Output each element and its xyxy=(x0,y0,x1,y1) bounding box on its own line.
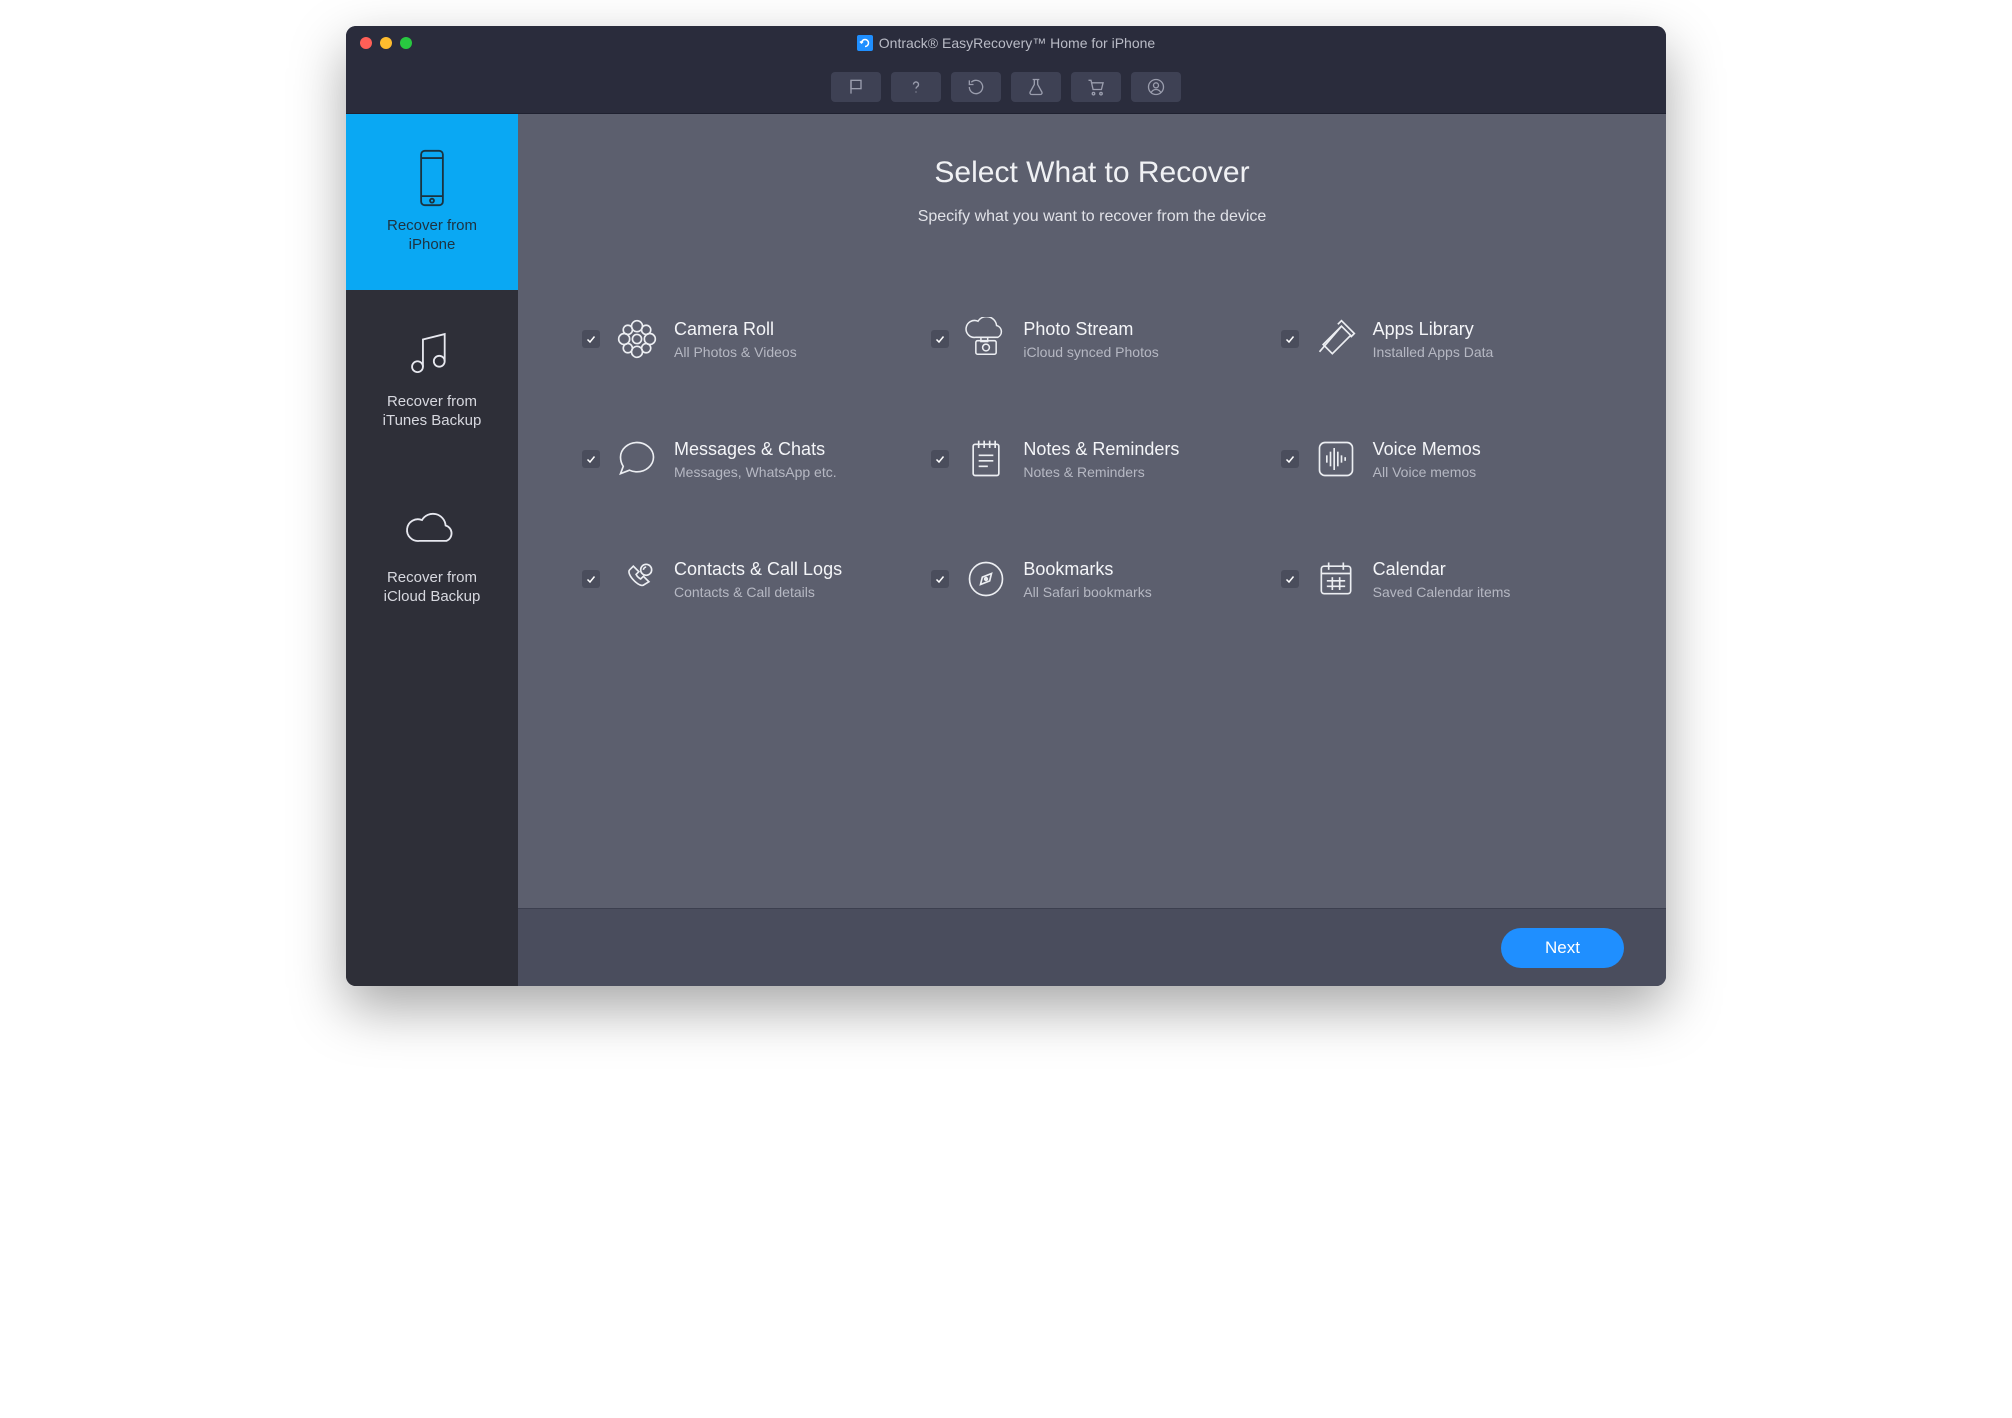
option-title: Messages & Chats xyxy=(674,439,837,460)
main-panel: Select What to Recover Specify what you … xyxy=(518,114,1666,986)
toolbar-cart-button[interactable] xyxy=(1071,72,1121,102)
option-apps-library[interactable]: Apps Library Installed Apps Data xyxy=(1281,316,1602,362)
app-body: Recover from iPhone Recover from iTunes … xyxy=(346,114,1666,986)
next-button[interactable]: Next xyxy=(1501,928,1624,968)
toolbar-help-button[interactable] xyxy=(891,72,941,102)
sidebar: Recover from iPhone Recover from iTunes … xyxy=(346,114,518,986)
option-calendar[interactable]: Calendar Saved Calendar items xyxy=(1281,556,1602,602)
checkbox-messages-chats[interactable] xyxy=(582,450,600,468)
window-maximize-button[interactable] xyxy=(400,37,412,49)
option-camera-roll[interactable]: Camera Roll All Photos & Videos xyxy=(582,316,903,362)
calendar-icon xyxy=(1313,556,1359,602)
refresh-icon xyxy=(966,77,986,97)
toolbar-user-button[interactable] xyxy=(1131,72,1181,102)
page-title: Select What to Recover xyxy=(582,156,1602,190)
music-notes-icon xyxy=(403,325,461,383)
window-minimize-button[interactable] xyxy=(380,37,392,49)
apps-icon xyxy=(1313,316,1359,362)
option-subtitle: All Voice memos xyxy=(1373,464,1481,480)
option-subtitle: Saved Calendar items xyxy=(1373,584,1511,600)
option-photo-stream[interactable]: Photo Stream iCloud synced Photos xyxy=(931,316,1252,362)
window-close-button[interactable] xyxy=(360,37,372,49)
option-subtitle: All Photos & Videos xyxy=(674,344,797,360)
toolbar-flag-button[interactable] xyxy=(831,72,881,102)
option-title: Voice Memos xyxy=(1373,439,1481,460)
checkbox-apps-library[interactable] xyxy=(1281,330,1299,348)
option-title: Bookmarks xyxy=(1023,559,1151,580)
cloud-camera-icon xyxy=(963,316,1009,362)
option-bookmarks[interactable]: Bookmarks All Safari bookmarks xyxy=(931,556,1252,602)
toolbar-labs-button[interactable] xyxy=(1011,72,1061,102)
option-title: Contacts & Call Logs xyxy=(674,559,842,580)
option-messages-chats[interactable]: Messages & Chats Messages, WhatsApp etc. xyxy=(582,436,903,482)
checkbox-voice-memos[interactable] xyxy=(1281,450,1299,468)
checkbox-camera-roll[interactable] xyxy=(582,330,600,348)
checkbox-bookmarks[interactable] xyxy=(931,570,949,588)
option-notes-reminders[interactable]: Notes & Reminders Notes & Reminders xyxy=(931,436,1252,482)
sidebar-item-recover-from-icloud-backup[interactable]: Recover from iCloud Backup xyxy=(346,466,518,642)
help-icon xyxy=(906,77,926,97)
checkbox-contacts-calllogs[interactable] xyxy=(582,570,600,588)
flag-icon xyxy=(846,77,866,97)
app-logo-icon xyxy=(857,35,873,51)
sidebar-item-label: Recover from iPhone xyxy=(387,217,477,255)
sidebar-item-recover-from-itunes-backup[interactable]: Recover from iTunes Backup xyxy=(346,290,518,466)
labs-icon xyxy=(1026,77,1046,97)
notes-icon xyxy=(963,436,1009,482)
footer: Next xyxy=(518,908,1666,986)
option-subtitle: iCloud synced Photos xyxy=(1023,344,1158,360)
checkbox-notes-reminders[interactable] xyxy=(931,450,949,468)
checkbox-calendar[interactable] xyxy=(1281,570,1299,588)
toolbar xyxy=(346,60,1666,114)
voice-icon xyxy=(1313,436,1359,482)
sidebar-item-label: Recover from iCloud Backup xyxy=(384,569,481,607)
titlebar: Ontrack® EasyRecovery™ Home for iPhone xyxy=(346,26,1666,60)
window-controls xyxy=(360,37,412,49)
page-subtitle: Specify what you want to recover from th… xyxy=(582,208,1602,226)
option-subtitle: Contacts & Call details xyxy=(674,584,842,600)
option-subtitle: Installed Apps Data xyxy=(1373,344,1494,360)
flower-icon xyxy=(614,316,660,362)
option-title: Camera Roll xyxy=(674,319,797,340)
iphone-icon xyxy=(403,149,461,207)
window-title-text: Ontrack® EasyRecovery™ Home for iPhone xyxy=(879,35,1155,51)
option-subtitle: Notes & Reminders xyxy=(1023,464,1179,480)
sidebar-item-label: Recover from iTunes Backup xyxy=(383,393,482,431)
option-subtitle: All Safari bookmarks xyxy=(1023,584,1151,600)
user-icon xyxy=(1146,77,1166,97)
app-window: Ontrack® EasyRecovery™ Home for iPhone R… xyxy=(346,26,1666,986)
window-title: Ontrack® EasyRecovery™ Home for iPhone xyxy=(346,35,1666,51)
chat-icon xyxy=(614,436,660,482)
option-title: Calendar xyxy=(1373,559,1511,580)
option-title: Notes & Reminders xyxy=(1023,439,1179,460)
option-subtitle: Messages, WhatsApp etc. xyxy=(674,464,837,480)
option-title: Apps Library xyxy=(1373,319,1494,340)
toolbar-refresh-button[interactable] xyxy=(951,72,1001,102)
compass-icon xyxy=(963,556,1009,602)
sidebar-item-recover-from-iphone[interactable]: Recover from iPhone xyxy=(346,114,518,290)
option-contacts-calllogs[interactable]: Contacts & Call Logs Contacts & Call det… xyxy=(582,556,903,602)
phone-icon xyxy=(614,556,660,602)
recovery-options-grid: Camera Roll All Photos & Videos Photo St… xyxy=(582,316,1602,602)
cloud-icon xyxy=(403,501,461,559)
cart-icon xyxy=(1086,77,1106,97)
checkbox-photo-stream[interactable] xyxy=(931,330,949,348)
option-voice-memos[interactable]: Voice Memos All Voice memos xyxy=(1281,436,1602,482)
option-title: Photo Stream xyxy=(1023,319,1158,340)
